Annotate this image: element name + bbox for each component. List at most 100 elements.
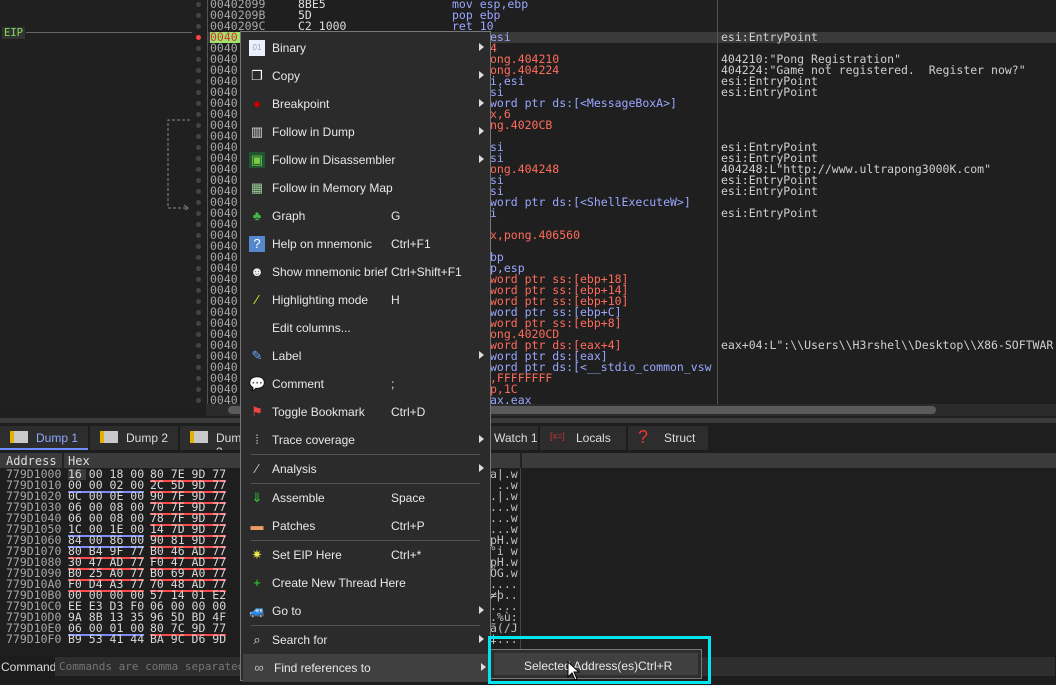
menu-item-show-mnemonic-brief[interactable]: ☻ Show mnemonic brief Ctrl+Shift+F1 xyxy=(241,258,490,286)
tab-label: Watch 1 xyxy=(494,431,538,445)
breakpoint-dot[interactable] xyxy=(196,266,201,271)
menu-item-assemble[interactable]: ⇓ Assemble Space xyxy=(241,484,490,512)
breakpoint-dot[interactable] xyxy=(196,178,201,183)
pane-splitter[interactable] xyxy=(0,418,1056,423)
breakpoint-dot[interactable] xyxy=(196,79,201,84)
menu-item-label[interactable]: ✎ Label xyxy=(241,342,490,370)
breakpoint-dot[interactable] xyxy=(196,46,201,51)
column-address[interactable]: Address xyxy=(6,454,57,468)
menu-item-follow-in-dump[interactable]: ▥ Follow in Dump xyxy=(241,118,490,146)
menu-item-shortcut: Ctrl+P xyxy=(391,519,425,533)
menu-item-binary[interactable]: 01 Binary xyxy=(241,34,490,62)
menu-item-set-eip-here[interactable]: ✷ Set EIP Here Ctrl+* xyxy=(241,541,490,569)
breakpoint-dot[interactable] xyxy=(196,189,201,194)
jump-arrow xyxy=(167,119,190,210)
bandage-icon: ▬ xyxy=(250,518,264,533)
breakpoint-dot[interactable] xyxy=(196,68,201,73)
breakpoint-dot[interactable] xyxy=(196,222,201,227)
breakpoint-dot[interactable] xyxy=(196,387,201,392)
branch-gutter: EIP xyxy=(0,0,206,404)
binary-icon: 01 xyxy=(249,40,265,56)
comment: eax+04:L":\\Users\\H3rshel\\Desktop\\X86… xyxy=(721,338,1054,352)
menu-item-label: Show mnemonic brief xyxy=(272,265,388,279)
column-hex[interactable]: Hex xyxy=(68,454,90,468)
breakpoint-dot[interactable] xyxy=(196,321,201,326)
menu-item-analysis[interactable]: ⁄ Analysis xyxy=(241,455,490,483)
breakpoint-dot[interactable] xyxy=(196,211,201,216)
menu-item-edit-columns[interactable]: Edit columns... xyxy=(241,314,490,342)
breakpoint-dot[interactable] xyxy=(196,24,201,29)
menu-item-label: Analysis xyxy=(272,462,317,476)
breakpoint-dot[interactable] xyxy=(196,343,201,348)
breakpoint-dot[interactable] xyxy=(196,244,201,249)
menu-item-shortcut: Ctrl+D xyxy=(391,405,426,419)
divider xyxy=(520,453,522,468)
breakpoint-dot[interactable] xyxy=(196,123,201,128)
menu-item-search-for[interactable]: ⌕ Search for xyxy=(241,626,490,654)
breakpoint-dot[interactable] xyxy=(196,354,201,359)
breakpoint-dot[interactable] xyxy=(196,35,201,40)
menu-item-label: Assemble xyxy=(272,491,325,505)
breakpoint-dot[interactable] xyxy=(196,200,201,205)
menu-item-find-references-to[interactable]: ∞ Find references to xyxy=(243,654,488,682)
menu-item-label: Help on mnemonic xyxy=(272,237,373,251)
breakpoint-dot[interactable] xyxy=(196,167,201,172)
comment: esi:EntryPoint xyxy=(721,184,818,198)
tab-dump-3[interactable]: Dump 3 xyxy=(180,426,240,450)
tab-struct[interactable]: ? Struct xyxy=(628,426,708,450)
breakpoint-dot[interactable] xyxy=(196,57,201,62)
breakpoint-dot[interactable] xyxy=(196,134,201,139)
disasm-row[interactable]: 00402099 8BE5 mov esp,ebp xyxy=(208,0,1056,10)
menu-item-follow-in-memory-map[interactable]: ▦ Follow in Memory Map xyxy=(241,174,490,202)
tab-label: Locals xyxy=(576,431,611,445)
menu-item-patches[interactable]: ▬ Patches Ctrl+P xyxy=(241,512,490,540)
disassembly-pane[interactable]: EIP 00402099 8BE5 mov esp,ebp 0040209B 5D pop… xyxy=(0,0,1056,420)
chevron-right-icon xyxy=(479,71,484,79)
breakpoint-dot[interactable] xyxy=(196,90,201,95)
breakpoint-dot[interactable] xyxy=(196,332,201,337)
instruction: word ptr ds:[<ShellExecuteW>] xyxy=(490,195,691,209)
breakpoint-dot[interactable] xyxy=(196,156,201,161)
tab-dump-2[interactable]: Dump 2 xyxy=(90,426,178,450)
menu-item-follow-in-disassembler[interactable]: ▣ Follow in Disassembler xyxy=(241,146,490,174)
breakpoint-dot[interactable] xyxy=(196,310,201,315)
menu-item-highlighting-mode[interactable]: ⁄ Highlighting mode H xyxy=(241,286,490,314)
dump-icon: ▥ xyxy=(250,124,264,139)
tab-locals[interactable]: [x=] Locals xyxy=(540,426,626,450)
menu-item-toggle-bookmark[interactable]: ⚑ Toggle Bookmark Ctrl+D xyxy=(241,398,490,426)
breakpoint-dot[interactable] xyxy=(196,112,201,117)
chevron-right-icon xyxy=(479,464,484,472)
menu-item-help-on-mnemonic[interactable]: ? Help on mnemonic Ctrl+F1 xyxy=(241,230,490,258)
tab-dump-1[interactable]: Dump 1 xyxy=(0,426,88,450)
menu-item-breakpoint[interactable]: ● Breakpoint xyxy=(241,90,490,118)
comment-icon: 💬 xyxy=(249,376,266,391)
breakpoint-dot[interactable] xyxy=(196,145,201,150)
breakpoint-dot[interactable] xyxy=(196,398,201,403)
breakpoint-dot[interactable] xyxy=(196,2,201,7)
breakpoint-dot[interactable] xyxy=(196,233,201,238)
eip-label: EIP xyxy=(2,27,25,39)
dump-icon xyxy=(100,431,118,443)
menu-item-graph[interactable]: ♣ Graph G xyxy=(241,202,490,230)
hex-bytes[interactable]: BA 9C D6 9D xyxy=(150,633,226,645)
breakpoint-dot[interactable] xyxy=(196,365,201,370)
breakpoint-dot[interactable] xyxy=(196,101,201,106)
breakpoint-dot[interactable] xyxy=(196,376,201,381)
breakpoint-dot[interactable] xyxy=(196,255,201,260)
breakpoint-dot[interactable] xyxy=(196,277,201,282)
breakpoint-dot[interactable] xyxy=(196,13,201,18)
dump-icon xyxy=(190,431,208,443)
menu-item-comment[interactable]: 💬 Comment; xyxy=(241,370,490,398)
tab-label: Dump 2 xyxy=(126,431,169,445)
highlighter-icon: ⁄ xyxy=(255,292,259,307)
breakpoint-dot[interactable] xyxy=(196,288,201,293)
breakpoint-dot[interactable] xyxy=(196,299,201,304)
menu-item-trace-coverage[interactable]: ⁞ Trace coverage xyxy=(241,426,490,454)
menu-item-copy[interactable]: ❐ Copy xyxy=(241,62,490,90)
new-thread-icon: + xyxy=(253,575,261,590)
menu-item-label: Go to xyxy=(272,604,302,618)
hex-bytes[interactable]: B9 53 41 44 xyxy=(68,633,144,645)
menu-item-go-to[interactable]: 🚙 Go to xyxy=(241,597,490,625)
tab-label: Dump 3 xyxy=(216,431,240,450)
menu-item-create-new-thread-here[interactable]: + Create New Thread Here xyxy=(241,569,490,597)
